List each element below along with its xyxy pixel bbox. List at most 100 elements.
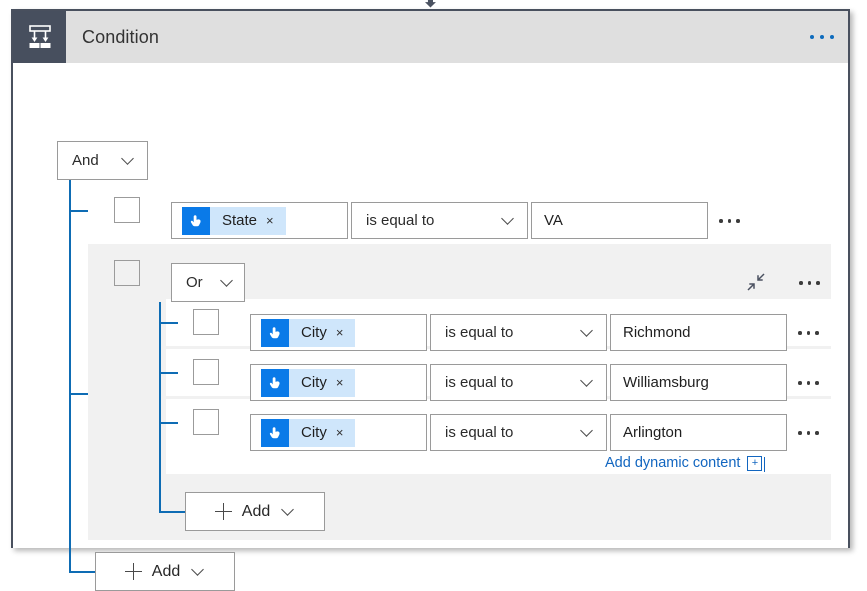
chevron-down-icon [502,212,515,229]
row-value-text: Arlington [623,424,682,441]
nested-add-button[interactable]: Add [185,492,325,531]
row-value-input[interactable]: Williamsburg [610,364,787,401]
row-overflow-menu-button[interactable] [798,381,819,385]
connector-nested-branch [159,372,178,374]
chevron-down-icon [581,324,594,341]
row-operator-value: is equal to [366,212,434,229]
connector-root-branch [69,571,95,573]
nested-operator-value: Or [186,274,203,291]
incoming-flow-arrow: ⬇ [0,0,861,9]
dot [736,219,740,223]
dynamic-content-token[interactable]: City × [261,319,355,347]
row-operator-value: is equal to [445,374,513,391]
nested-add-label: Add [242,503,270,521]
connector-nested-branch [159,322,178,324]
connector-root-vertical [69,171,71,572]
dot [815,331,819,335]
row-operator-dropdown[interactable]: is equal to [430,364,607,401]
close-icon[interactable]: × [266,213,286,228]
dot [798,331,802,335]
dynamic-content-token-icon [261,419,289,447]
root-add-button[interactable]: Add [95,552,235,591]
token-label: City [289,424,336,441]
add-dynamic-content-label: Add dynamic content [605,455,740,471]
row-checkbox[interactable] [193,409,219,435]
root-operator-value: And [72,152,99,169]
chevron-down-icon [221,274,234,291]
connector-nested-vertical [159,302,161,512]
row-field-token-box[interactable]: City × [250,364,427,401]
page-title: Condition [82,27,159,48]
add-dynamic-content-link[interactable]: Add dynamic content + [605,455,762,471]
collapse-icon[interactable] [746,272,766,292]
dynamic-content-token-icon [261,369,289,397]
row-value-input[interactable]: VA [531,202,708,239]
token-label: State [210,212,266,229]
dot [728,219,732,223]
dot [798,381,802,385]
condition-action-card: Condition And [11,9,850,548]
nested-operator-dropdown[interactable]: Or [171,263,245,302]
dot [815,431,819,435]
dynamic-content-token-icon [261,319,289,347]
dot [807,431,811,435]
chevron-down-icon [192,563,205,581]
card-overflow-menu-button[interactable] [810,35,834,39]
plus-icon [125,563,142,580]
token-label: City [289,374,336,391]
connector-root-branch [69,393,88,395]
plus-icon [215,503,232,520]
close-icon[interactable]: × [336,425,356,440]
dot [815,381,819,385]
row-value-input[interactable]: Arlington [610,414,787,451]
dot [830,35,834,39]
dot [798,431,802,435]
row-operator-dropdown[interactable]: is equal to [430,414,607,451]
card-header: Condition [13,11,848,63]
dot [807,331,811,335]
chevron-down-icon [581,374,594,391]
row-value-text: Williamsburg [623,374,709,391]
row-checkbox[interactable] [114,197,140,223]
root-operator-dropdown[interactable]: And [57,141,148,180]
dot [820,35,824,39]
row-field-token-box[interactable]: City × [250,414,427,451]
row-checkbox[interactable] [193,359,219,385]
dynamic-content-token-icon [182,207,210,235]
row-field-token-box[interactable]: City × [250,314,427,351]
root-add-label: Add [152,563,180,581]
connector-root-branch [69,210,88,212]
chevron-down-icon [122,152,135,169]
dynamic-content-token[interactable]: State × [182,207,286,235]
row-checkbox[interactable] [193,309,219,335]
dynamic-content-token[interactable]: City × [261,369,355,397]
nested-group-checkbox[interactable] [114,260,140,286]
row-field-token-box[interactable]: State × [171,202,348,239]
dot [808,281,812,285]
row-overflow-menu-button[interactable] [719,219,740,223]
add-dynamic-content-plus-button[interactable]: + [747,456,762,471]
row-overflow-menu-button[interactable] [798,431,819,435]
row-value-input[interactable]: Richmond [610,314,787,351]
dot [799,281,803,285]
row-value-text: VA [544,212,563,229]
nested-group-overflow-menu-button[interactable] [799,281,820,285]
close-icon[interactable]: × [336,325,356,340]
chevron-down-icon [282,503,295,521]
dot [807,381,811,385]
close-icon[interactable]: × [336,375,356,390]
dot [719,219,723,223]
dot [810,35,814,39]
row-operator-dropdown[interactable]: is equal to [430,314,607,351]
condition-builder-body: And State × is equal to VA [13,63,848,548]
connector-nested-branch [159,422,178,424]
row-operator-dropdown[interactable]: is equal to [351,202,528,239]
row-operator-value: is equal to [445,424,513,441]
connector-nested-branch [159,511,185,513]
row-overflow-menu-button[interactable] [798,331,819,335]
dot [816,281,820,285]
row-operator-value: is equal to [445,324,513,341]
token-label: City [289,324,336,341]
dynamic-content-token[interactable]: City × [261,419,355,447]
row-value-text: Richmond [623,324,691,341]
